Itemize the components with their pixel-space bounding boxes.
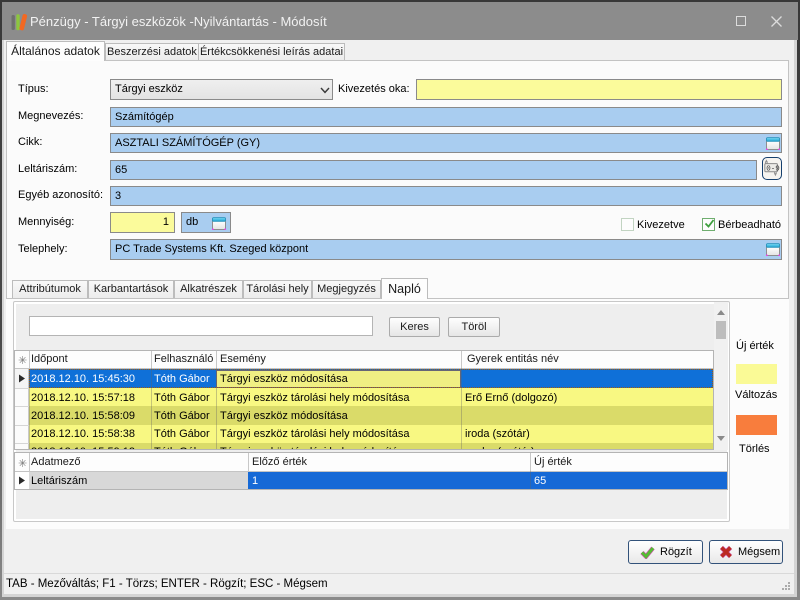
svg-text:0-9: 0-9: [766, 165, 780, 173]
